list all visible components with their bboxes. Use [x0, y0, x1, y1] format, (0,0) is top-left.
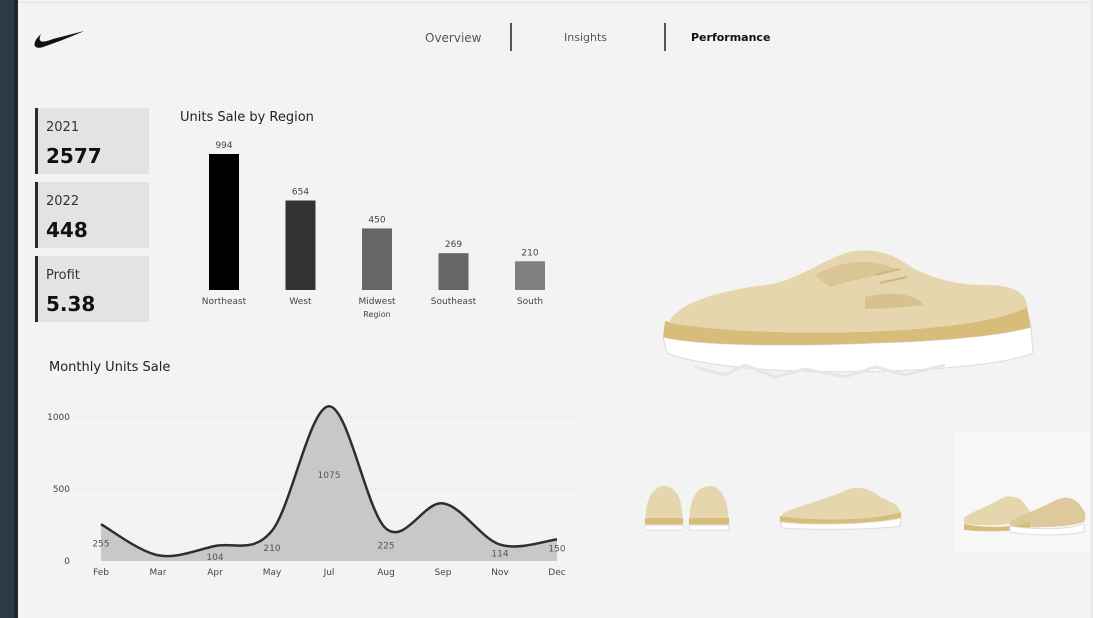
- area-data-label: 225: [377, 542, 394, 552]
- x-tick-label: Southeast: [431, 297, 477, 307]
- x-tick-label: Sep: [435, 568, 452, 578]
- tab-overview[interactable]: Overview: [425, 31, 482, 45]
- y-tick-label: 1000: [47, 413, 70, 423]
- kpi-label: 2022: [46, 194, 80, 209]
- shoe-main-image: [662, 250, 1034, 379]
- kpi-card-profit[interactable]: Profit 5.38: [35, 256, 149, 322]
- x-axis-label: Region: [363, 310, 390, 319]
- area-data-label: 114: [491, 550, 508, 560]
- kpi-label: 2021: [46, 120, 80, 135]
- tab-insights[interactable]: Insights: [564, 31, 607, 44]
- x-tick-label: May: [263, 568, 282, 578]
- left-rail: [0, 0, 18, 618]
- kpi-value: 2577: [46, 144, 102, 168]
- bar-data-label: 210: [521, 248, 538, 258]
- nav-separator: [664, 23, 666, 51]
- kpi-card-2021[interactable]: 2021 2577: [35, 108, 149, 174]
- x-tick-label: Jul: [323, 568, 335, 578]
- y-tick-label: 500: [53, 485, 70, 495]
- bar-data-label: 269: [445, 240, 462, 250]
- x-tick-label: Midwest: [358, 297, 396, 307]
- bar[interactable]: [362, 228, 392, 290]
- bar-data-label: 654: [292, 188, 309, 198]
- area-data-label: 255: [92, 539, 109, 549]
- monthly-units-sale-chart[interactable]: 0 500 1000 255 Feb Mar 104 Apr 210 May 1075 Jul 225 A…: [40, 395, 590, 585]
- bar-data-label: 450: [368, 215, 385, 225]
- shoe-thumbnail-side[interactable]: [776, 480, 904, 532]
- bar[interactable]: [515, 261, 545, 290]
- area-chart-title: Monthly Units Sale: [49, 360, 171, 375]
- area-data-label: 104: [206, 553, 223, 563]
- bar[interactable]: [438, 253, 469, 290]
- x-tick-label: Northeast: [202, 297, 247, 307]
- x-tick-label: Apr: [207, 568, 223, 578]
- tab-performance[interactable]: Performance: [691, 31, 770, 44]
- area-data-label: 150: [548, 544, 565, 554]
- bar[interactable]: [209, 154, 239, 290]
- y-tick-label: 0: [64, 557, 70, 567]
- shoe-thumbnail-pair[interactable]: [960, 488, 1088, 538]
- units-sale-by-region-chart[interactable]: 994 Northeast 654 West 450 Midwest 269 Southeas…: [180, 130, 580, 325]
- kpi-card-2022[interactable]: 2022 448: [35, 182, 149, 248]
- area-data-label: 210: [263, 544, 280, 554]
- nike-swoosh-logo: [34, 31, 84, 48]
- x-tick-label: Mar: [150, 568, 167, 578]
- x-tick-label: Nov: [491, 568, 509, 578]
- x-tick-label: South: [517, 297, 543, 307]
- nav-separator: [510, 23, 512, 51]
- bar[interactable]: [285, 200, 316, 290]
- x-tick-label: Aug: [377, 568, 395, 578]
- bar-chart-title: Units Sale by Region: [180, 110, 314, 125]
- kpi-value: 448: [46, 218, 88, 242]
- x-tick-label: Dec: [548, 568, 565, 578]
- x-tick-label: Feb: [93, 568, 109, 578]
- area-data-label: 1075: [318, 471, 341, 481]
- bar-data-label: 994: [215, 141, 232, 151]
- kpi-value: 5.38: [46, 292, 96, 316]
- shoe-thumbnail-front[interactable]: [640, 478, 735, 536]
- kpi-label: Profit: [46, 268, 80, 283]
- x-tick-label: West: [289, 297, 312, 307]
